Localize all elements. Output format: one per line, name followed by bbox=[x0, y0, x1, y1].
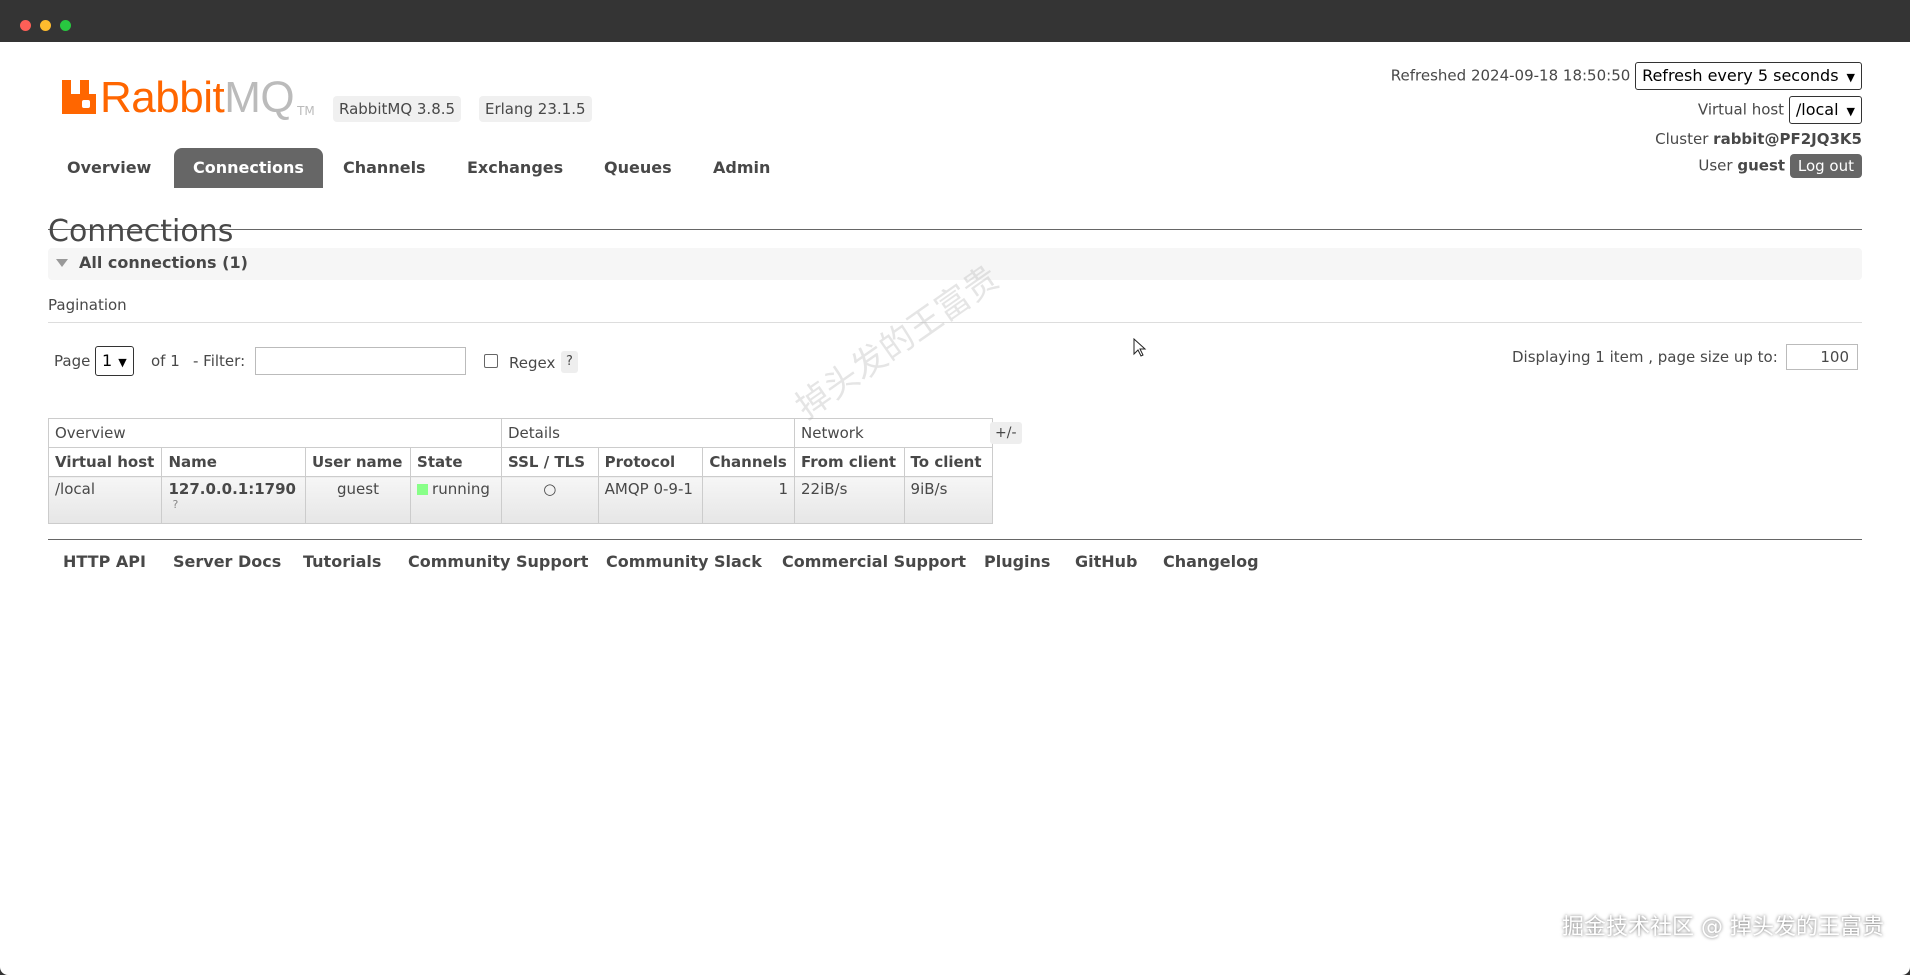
tab-connections[interactable]: Connections bbox=[174, 148, 323, 188]
state-text: running bbox=[432, 480, 490, 498]
cell-vhost: /local bbox=[47, 476, 163, 524]
refreshed-time: 2024-09-18 18:50:50 bbox=[1470, 66, 1631, 85]
all-connections-label: All connections (1) bbox=[79, 253, 248, 272]
cell-ssl: ○ bbox=[501, 476, 599, 524]
regex-label: Regex bbox=[509, 354, 556, 372]
refresh-row: Refreshed 2024-09-18 18:50:50 Refresh ev… bbox=[1391, 62, 1862, 90]
refresh-interval-select[interactable]: Refresh every 5 seconds ▼ bbox=[1635, 62, 1862, 90]
page-label: Page bbox=[54, 352, 91, 370]
collapse-triangle-icon bbox=[56, 259, 68, 267]
page-size-input[interactable]: 100 bbox=[1786, 344, 1858, 370]
cell-state: running bbox=[410, 476, 502, 524]
column-header-channels[interactable]: Channels bbox=[702, 447, 795, 477]
footer-link-community-slack[interactable]: Community Slack bbox=[606, 552, 762, 571]
group-network: Network bbox=[794, 418, 993, 448]
filter-input[interactable] bbox=[255, 347, 466, 375]
tab-queues[interactable]: Queues bbox=[585, 148, 691, 188]
tab-overview[interactable]: Overview bbox=[48, 148, 170, 188]
close-window-button[interactable] bbox=[20, 20, 31, 31]
erlang-version-badge: Erlang 23.1.5 bbox=[479, 96, 592, 122]
displaying-label: Displaying 1 item , page size up to: bbox=[1512, 348, 1778, 366]
column-header-name[interactable]: Name bbox=[161, 447, 306, 477]
mouse-pointer-icon bbox=[1133, 338, 1147, 357]
group-overview: Overview bbox=[48, 418, 502, 448]
column-header-from-client[interactable]: From client bbox=[794, 447, 905, 477]
rabbitmq-version-badge: RabbitMQ 3.8.5 bbox=[333, 96, 462, 122]
running-status-icon bbox=[417, 484, 429, 495]
cluster-name: rabbit@PF2JQ3K5 bbox=[1713, 130, 1862, 148]
column-header-state[interactable]: State bbox=[410, 447, 502, 477]
browser-content: RabbitMQ TM RabbitMQ 3.8.5 Erlang 23.1.5… bbox=[0, 42, 1910, 975]
column-header-protocol[interactable]: Protocol bbox=[597, 447, 704, 477]
regex-help-button[interactable]: ? bbox=[561, 351, 578, 373]
footer-link-http-api[interactable]: HTTP API bbox=[63, 552, 146, 571]
footer-link-changelog[interactable]: Changelog bbox=[1163, 552, 1259, 571]
page-title: Connections bbox=[48, 214, 234, 249]
page-select[interactable]: 1 ▼ bbox=[95, 346, 134, 376]
filter-label: - Filter: bbox=[193, 352, 246, 370]
rabbitmq-logo[interactable]: RabbitMQ TM bbox=[62, 76, 315, 122]
column-toggle-button[interactable]: +/- bbox=[990, 422, 1022, 444]
chevron-down-icon: ▼ bbox=[1846, 105, 1855, 118]
connections-table: Overview Details Network Virtual host Na… bbox=[47, 418, 994, 524]
table-row: /local 127.0.0.1:1790 ? guest running ○ … bbox=[47, 476, 994, 524]
column-header-virtual-host[interactable]: Virtual host bbox=[47, 447, 163, 477]
footer-link-tutorials[interactable]: Tutorials bbox=[303, 552, 381, 571]
footer-link-plugins[interactable]: Plugins bbox=[984, 552, 1050, 571]
regex-checkbox[interactable] bbox=[484, 354, 498, 368]
logo-text-rabbit: Rabbit bbox=[100, 73, 225, 122]
cell-user: guest bbox=[304, 476, 412, 524]
footer-link-community-support[interactable]: Community Support bbox=[408, 552, 588, 571]
footer-link-server-docs[interactable]: Server Docs bbox=[173, 552, 281, 571]
footer-divider bbox=[48, 539, 1862, 540]
rabbit-logo-icon bbox=[62, 80, 96, 114]
cell-protocol: AMQP 0-9-1 bbox=[597, 476, 704, 524]
maximize-window-button[interactable] bbox=[60, 20, 71, 31]
chevron-down-icon: ▼ bbox=[1846, 71, 1855, 84]
cell-from-client: 22iB/s bbox=[794, 476, 905, 524]
vhost-select[interactable]: /local ▼ bbox=[1788, 96, 1862, 124]
vhost-row: Virtual host /local ▼ bbox=[1698, 96, 1862, 124]
credit-watermark: 掘金技术社区 @ 掉头发的王富贵 bbox=[1562, 915, 1884, 940]
cell-channels: 1 bbox=[702, 476, 795, 524]
tab-exchanges[interactable]: Exchanges bbox=[448, 148, 582, 188]
cell-to-client: 9iB/s bbox=[903, 476, 994, 524]
of-pages-label: of 1 bbox=[151, 352, 180, 370]
connection-name-help[interactable]: ? bbox=[168, 498, 298, 511]
tab-admin[interactable]: Admin bbox=[694, 148, 789, 188]
cell-name: 127.0.0.1:1790 ? bbox=[161, 476, 306, 524]
logo-text-mq: MQ bbox=[224, 73, 295, 122]
footer-link-commercial-support[interactable]: Commercial Support bbox=[782, 552, 966, 571]
cluster-row: Cluster rabbit@PF2JQ3K5 bbox=[1655, 130, 1862, 148]
table-header-row: Virtual host Name User name State SSL / … bbox=[47, 447, 994, 477]
footer-link-github[interactable]: GitHub bbox=[1075, 552, 1138, 571]
column-header-ssl-tls[interactable]: SSL / TLS bbox=[501, 447, 599, 477]
pagination-title: Pagination bbox=[48, 296, 127, 314]
table-group-row: Overview Details Network bbox=[48, 418, 993, 448]
column-header-user-name[interactable]: User name bbox=[304, 447, 412, 477]
connection-name-link[interactable]: 127.0.0.1:1790 bbox=[168, 480, 295, 498]
refreshed-label: Refreshed bbox=[1390, 66, 1467, 85]
cluster-label: Cluster bbox=[1655, 130, 1709, 148]
chevron-down-icon: ▼ bbox=[118, 356, 127, 369]
group-details: Details bbox=[501, 418, 795, 448]
tab-channels[interactable]: Channels bbox=[324, 148, 445, 188]
column-header-to-client[interactable]: To client bbox=[903, 447, 994, 477]
logo-trademark: TM bbox=[297, 104, 315, 118]
window-titlebar bbox=[0, 0, 1910, 42]
minimize-window-button[interactable] bbox=[40, 20, 51, 31]
vhost-label: Virtual host bbox=[1697, 100, 1785, 119]
